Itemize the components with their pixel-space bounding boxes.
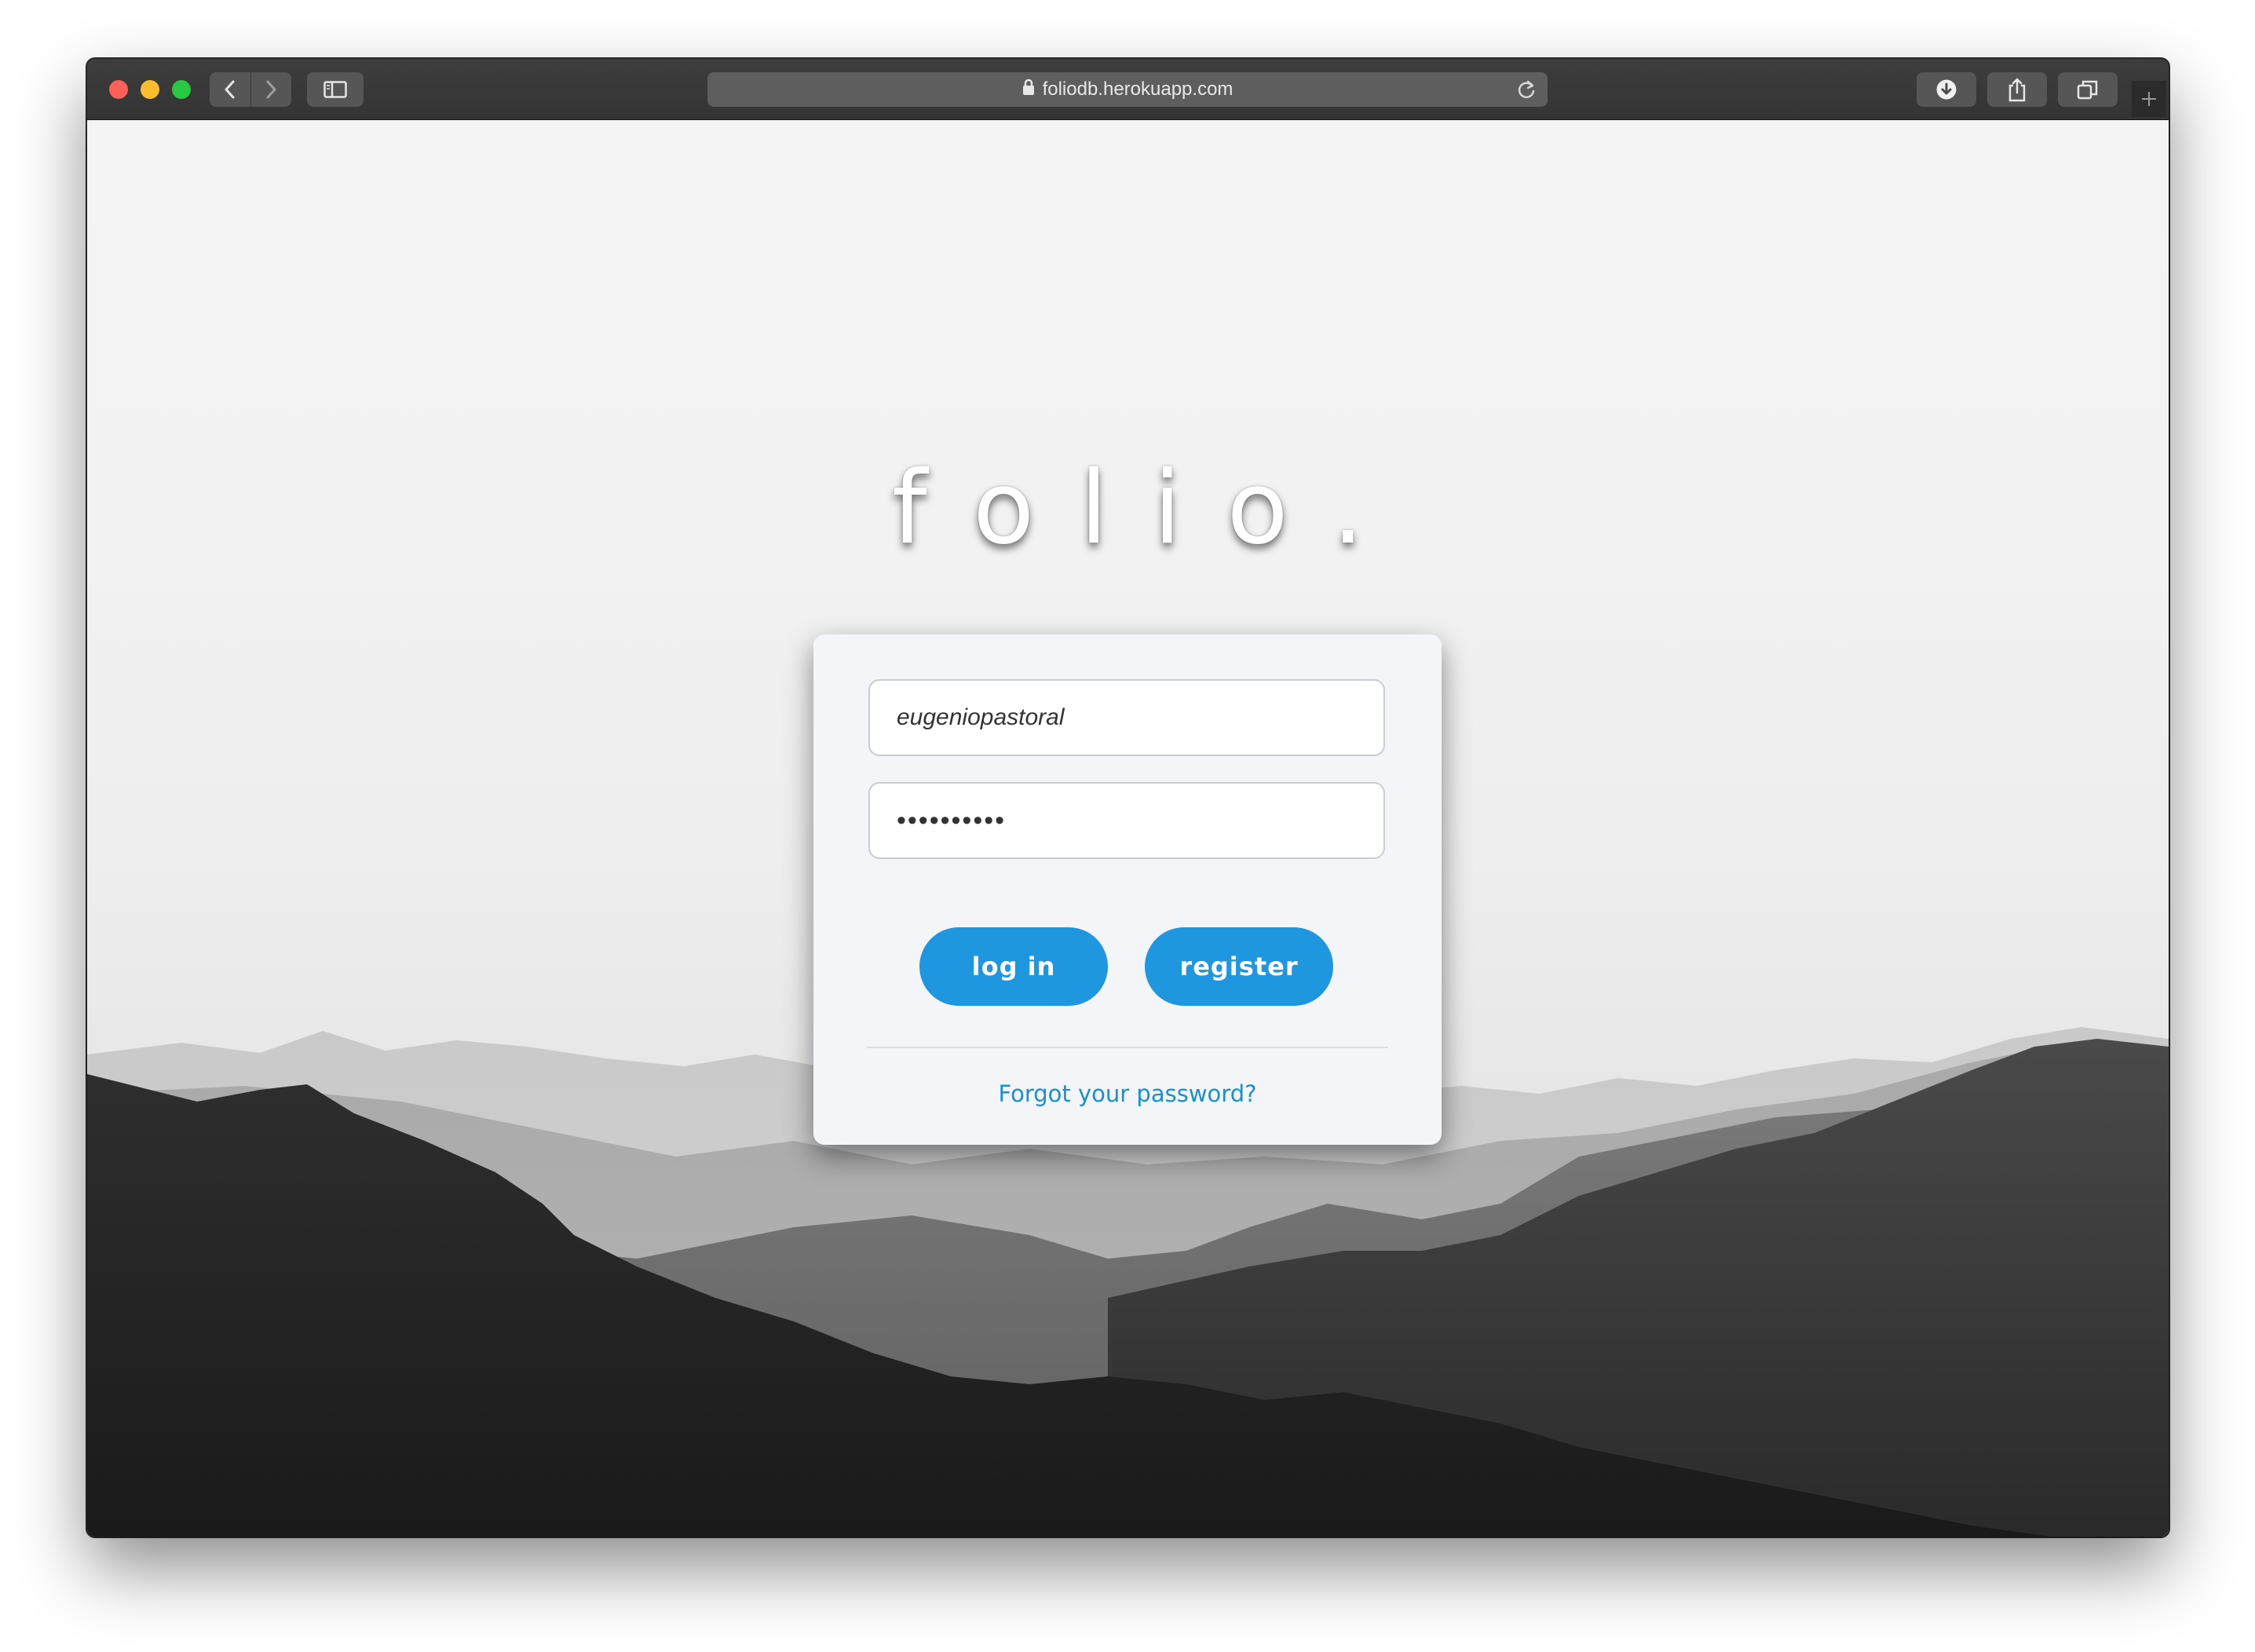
- tabs-icon: [2077, 80, 2098, 100]
- close-window-button[interactable]: [109, 80, 128, 99]
- register-button[interactable]: register: [1145, 927, 1333, 1006]
- sidebar-icon: [323, 81, 347, 98]
- form-divider: [867, 1047, 1388, 1048]
- browser-window: foliodb.herokuapp.com folio. eugeniopast…: [87, 59, 2169, 1537]
- lock-icon: [1022, 79, 1035, 101]
- minimize-window-button[interactable]: [141, 80, 159, 99]
- reload-icon[interactable]: [1516, 79, 1537, 106]
- forward-button[interactable]: [250, 72, 291, 107]
- forgot-password-link[interactable]: Forgot your password?: [813, 1080, 1442, 1107]
- download-icon: [1936, 79, 1957, 100]
- login-button[interactable]: log in: [919, 927, 1108, 1006]
- password-input[interactable]: [868, 782, 1385, 859]
- browser-toolbar: foliodb.herokuapp.com: [87, 59, 2169, 120]
- zoom-window-button[interactable]: [172, 80, 191, 99]
- tab-overview-button[interactable]: [2058, 72, 2118, 107]
- address-text: foliodb.herokuapp.com: [1042, 79, 1233, 100]
- username-input[interactable]: [868, 679, 1385, 756]
- plus-icon: [2142, 92, 2156, 106]
- chevron-right-icon: [266, 80, 276, 99]
- sidebar-toggle-button[interactable]: [307, 72, 364, 107]
- downloads-button[interactable]: [1917, 72, 1976, 107]
- share-icon: [2008, 78, 2026, 102]
- share-button[interactable]: [1987, 72, 2047, 107]
- new-tab-button[interactable]: [2132, 81, 2166, 117]
- back-button[interactable]: [210, 72, 251, 107]
- address-bar[interactable]: foliodb.herokuapp.com: [707, 72, 1548, 107]
- chevron-left-icon: [225, 80, 235, 99]
- folio-logo: folio.: [891, 450, 1410, 567]
- page-viewport: folio. log in register Forgot your passw…: [87, 120, 2169, 1537]
- navigation-buttons: [210, 72, 291, 107]
- login-card: log in register Forgot your password?: [813, 634, 1442, 1145]
